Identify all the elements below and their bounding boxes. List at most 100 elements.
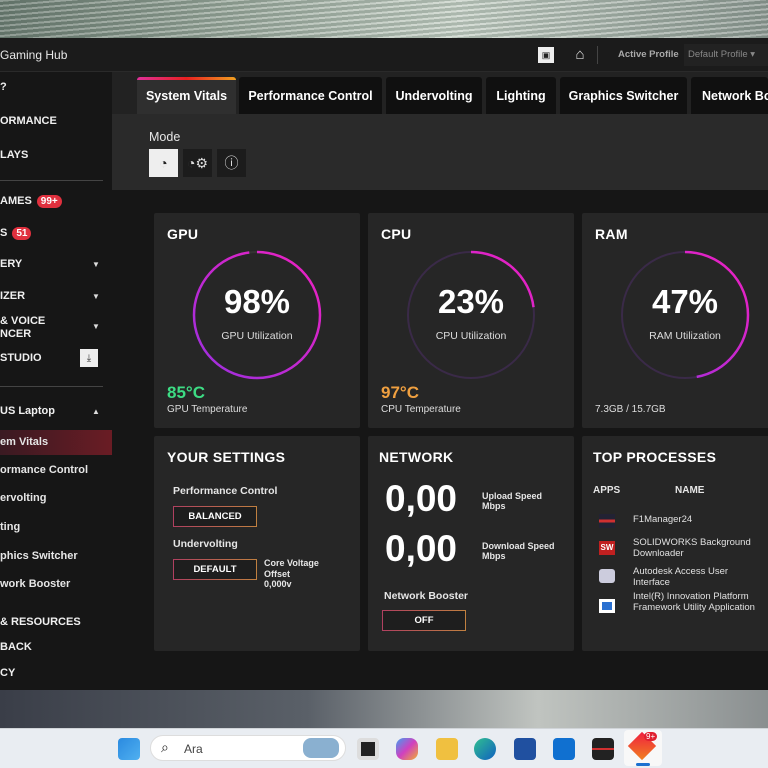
chevron-up-icon[interactable]: ▲	[92, 407, 100, 416]
sidebar-subitem-lighting[interactable]: ting	[0, 521, 20, 533]
gpu-temp: 85°C	[167, 383, 205, 402]
sidebar-item-voice[interactable]: & VOICE	[0, 315, 45, 327]
edge-icon[interactable]	[474, 738, 496, 760]
notification-badge: 9+	[644, 732, 658, 741]
tab-graphics-switcher[interactable]: Graphics Switcher	[560, 77, 687, 114]
chevron-down-icon[interactable]: ▼	[92, 322, 100, 331]
network-card: NETWORK 0,00 Upload Speed Mbps 0,00 Down…	[368, 436, 574, 651]
sidebar-subitem-network-booster[interactable]: work Booster	[0, 578, 70, 590]
divider	[597, 46, 598, 64]
ram-card: RAM 47% RAM Utilization 7.3GB / 15.7GB	[582, 213, 768, 428]
sidebar-subitem-system-vitals[interactable]: em Vitals	[0, 436, 48, 448]
sidebar-subitem-graphics-switcher[interactable]: phics Switcher	[0, 550, 78, 562]
sidebar-item-laptop[interactable]: US Laptop	[0, 405, 55, 417]
task-view-icon[interactable]	[357, 738, 379, 760]
process-name: Autodesk Access User Interface	[633, 566, 729, 588]
desktop-background	[0, 690, 768, 728]
copilot-icon[interactable]	[396, 738, 418, 760]
undervolting-label: Undervolting	[173, 538, 238, 550]
network-booster-label: Network Booster	[384, 590, 469, 602]
f1manager-taskbar-icon[interactable]	[592, 738, 614, 760]
tab-system-vitals[interactable]: System Vitals	[137, 77, 236, 114]
gauge-icon[interactable]: ◔	[149, 149, 178, 177]
store-icon[interactable]	[514, 738, 536, 760]
cpu-value: 23%	[437, 283, 505, 320]
sidebar-item-overlays[interactable]: LAYS	[0, 149, 28, 161]
settings-title: YOUR SETTINGS	[167, 449, 286, 465]
sidebar-item-s[interactable]: S 51	[0, 227, 32, 240]
sidebar-item-feedback[interactable]: BACK	[0, 641, 32, 653]
gpu-title: GPU	[167, 226, 199, 242]
sidebar-item-performance[interactable]: ORMANCE	[0, 115, 57, 127]
tab-performance-control[interactable]: Performance Control	[239, 77, 382, 114]
chevron-down-icon[interactable]: ▼	[92, 292, 100, 301]
sidebar-item-top[interactable]: ?	[0, 81, 7, 93]
active-indicator	[636, 763, 650, 766]
ram-value: 47%	[651, 283, 719, 320]
search-icon: ⌕	[161, 739, 169, 755]
cpu-label: CPU Utilization	[435, 330, 507, 342]
cpu-temp: 97°C	[381, 383, 419, 402]
sidebar-item-games[interactable]: AMES 99+	[0, 195, 62, 208]
balanced-button[interactable]: BALANCED	[173, 506, 257, 527]
active-profile-label: Active Profile	[618, 49, 679, 60]
perf-control-label: Performance Control	[173, 485, 278, 497]
cpu-title: CPU	[381, 226, 412, 242]
sidebar-item-gallery[interactable]: ERY	[0, 258, 22, 270]
core-voltage-label-line2: Offset	[264, 569, 291, 579]
upload-unit: Mbps	[482, 501, 506, 511]
sidebar-item-optimizer[interactable]: IZER	[0, 290, 25, 302]
download-unit: Mbps	[482, 551, 506, 561]
gaming-hub-taskbar-button[interactable]: 9+	[624, 730, 662, 766]
info-icon[interactable]: ⓘ	[217, 149, 246, 177]
process-name: SOLIDWORKS Background Downloader	[633, 537, 751, 559]
intel-icon	[599, 599, 615, 613]
download-speed-label: Download Speed	[482, 541, 555, 551]
ram-usage: 7.3GB / 15.7GB	[595, 404, 666, 415]
sidebar-subitem-undervolting[interactable]: ervolting	[0, 492, 46, 504]
gauge-settings-icon[interactable]: ◔⚙	[183, 149, 212, 177]
profile-value: Default Profile	[688, 49, 748, 60]
sidebar-item-privacy[interactable]: CY	[0, 667, 15, 679]
tab-network-booster[interactable]: Network Bo	[691, 77, 768, 114]
sidebar-item-resources[interactable]: & RESOURCES	[0, 616, 81, 628]
search-box[interactable]: ⌕ Ara	[150, 735, 346, 761]
label: S	[0, 227, 8, 239]
home-icon[interactable]: ⌂	[571, 45, 589, 63]
process-name: Intel(R) Innovation Platform Framework U…	[633, 591, 755, 613]
sidebar-divider	[0, 386, 103, 387]
search-placeholder: Ara	[184, 742, 203, 756]
search-highlight-icon	[303, 738, 339, 758]
file-explorer-icon[interactable]	[436, 738, 458, 760]
gpu-temp-label: GPU Temperature	[167, 404, 248, 415]
gpu-value: 98%	[223, 283, 291, 320]
ram-label: RAM Utilization	[649, 330, 721, 342]
download-icon[interactable]: ⤓	[80, 349, 98, 367]
gpu-card: GPU 98% GPU Utilization 85°C GPU Tempera…	[154, 213, 360, 428]
overlay-icon[interactable]: ▣	[538, 47, 554, 63]
desktop-wallpaper	[0, 0, 768, 38]
mode-label: Mode	[149, 130, 181, 144]
chevron-down-icon[interactable]: ▼	[92, 260, 100, 269]
tab-undervolting[interactable]: Undervolting	[386, 77, 482, 114]
cpu-card: CPU 23% CPU Utilization 97°C CPU Tempera…	[368, 213, 574, 428]
gpu-label: GPU Utilization	[221, 330, 293, 342]
windows-start-icon[interactable]	[118, 738, 140, 760]
tab-lighting[interactable]: Lighting	[486, 77, 556, 114]
default-button[interactable]: DEFAULT	[173, 559, 257, 580]
col-name: NAME	[675, 485, 705, 496]
f1manager-icon	[599, 514, 615, 528]
profile-dropdown[interactable]: Default Profile ▾	[684, 44, 768, 66]
upload-speed-value: 0,00	[385, 478, 458, 519]
download-speed-value: 0,00	[385, 528, 458, 569]
network-title: NETWORK	[379, 449, 454, 465]
top-processes-card: TOP PROCESSES APPS NAME F1Manager24 SW S…	[582, 436, 768, 651]
count-badge: 99+	[36, 195, 62, 208]
sidebar-subitem-performance-control[interactable]: ormance Control	[0, 464, 88, 476]
outlook-icon[interactable]	[553, 738, 575, 760]
network-booster-toggle[interactable]: OFF	[382, 610, 466, 631]
label: AMES	[0, 195, 32, 207]
col-apps: APPS	[593, 485, 621, 496]
ram-title: RAM	[595, 226, 628, 242]
sidebar-item-studio[interactable]: STUDIO	[0, 352, 42, 364]
